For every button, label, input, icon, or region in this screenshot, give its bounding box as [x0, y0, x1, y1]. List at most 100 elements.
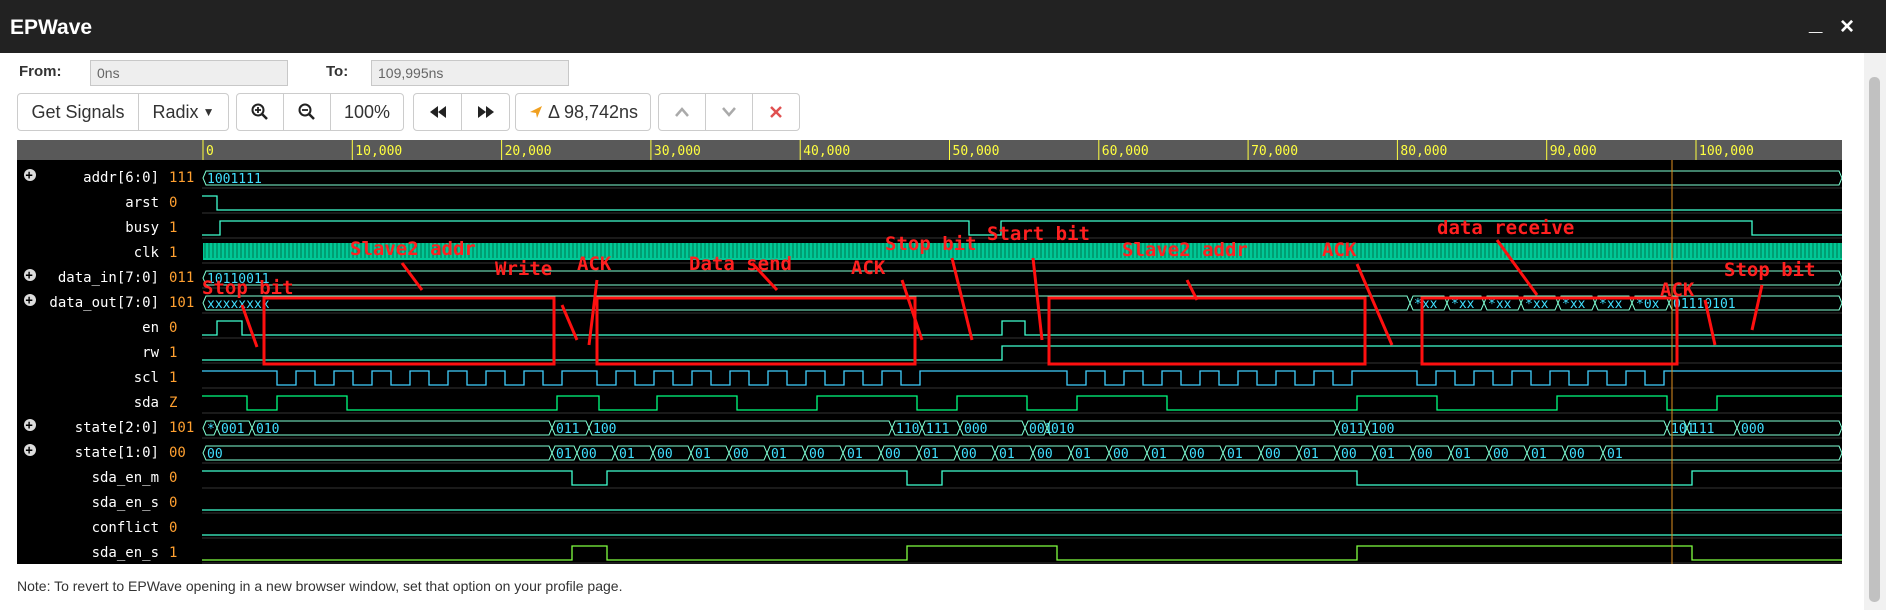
delta-button[interactable]: Δ 98,742ns [515, 93, 651, 131]
sda-en-s2-wave [202, 545, 1842, 561]
signal-name: arst [125, 195, 159, 211]
scl-wave [202, 370, 1842, 386]
zoom-in-icon [251, 103, 268, 120]
state3-bus-segment [1366, 420, 1668, 436]
cursor-arrow-icon [529, 106, 542, 118]
signal-value: 1 [169, 370, 177, 386]
state2-bus-label: 01 [1075, 447, 1091, 462]
state2-bus-segment [202, 445, 553, 461]
signal-name: data_out[7:0] [49, 295, 159, 311]
waveform-canvas[interactable]: 0 10,000 20,000 30,000 40,000 50,000 60,000 70,… [17, 140, 1843, 564]
data-in-bus-segment [202, 270, 1843, 286]
state2-bus-label: 01 [923, 447, 939, 462]
note-text: Note: To revert to EPWave opening in a n… [17, 578, 623, 594]
state2-bus-label: 00 [1569, 447, 1585, 462]
signal-value: 111 [169, 170, 194, 186]
signal-name: addr[6:0] [83, 170, 159, 186]
waveform-panel[interactable]: 0 10,000 20,000 30,000 40,000 50,000 60,000 70,… [17, 140, 1843, 564]
signal-name: scl [134, 370, 159, 386]
ruler-tick-label: 40,000 [803, 144, 850, 159]
signal-name: clk [134, 245, 160, 261]
state2-bus-label: 00 [1037, 447, 1053, 462]
en-wave [202, 320, 1842, 336]
annotation-label: Stop bit [885, 233, 977, 255]
signal-value: 0 [169, 520, 177, 536]
signal-value: 1 [169, 220, 177, 236]
signal-name: en [142, 320, 159, 336]
minimize-button[interactable]: _ [1809, 9, 1822, 37]
signal-name: conflict [92, 520, 159, 536]
state3-bus-label: 100 [593, 422, 616, 437]
annotation-arrow [1750, 284, 1764, 331]
signal-value: 0 [169, 495, 177, 511]
state3-bus-label: 110 [896, 422, 919, 437]
state2-bus-label: 00 [885, 447, 901, 462]
fast-forward-button[interactable] [461, 93, 510, 131]
ruler-tick-label: 0 [206, 144, 214, 159]
ruler-tick-label: 90,000 [1550, 144, 1597, 159]
state3-bus-label: 000 [964, 422, 987, 437]
state2-bus-label: 00 [1493, 447, 1509, 462]
annotation-label: Stop bit [202, 277, 294, 299]
annotation-label: Slave2 addr [1122, 239, 1248, 261]
expand-plus: + [26, 293, 33, 307]
arst-wave [202, 195, 1842, 211]
zoom-level[interactable]: 100% [330, 93, 404, 131]
state2-bus-label: 01 [999, 447, 1015, 462]
signal-value: 101 [169, 420, 194, 436]
clear-button[interactable] [752, 93, 800, 131]
signal-name: sda_en_m [92, 470, 159, 486]
state3-bus-label: 100 [1371, 422, 1394, 437]
annotation-label: Start bit [987, 223, 1090, 245]
zoom-in-button[interactable] [236, 93, 284, 131]
title-bar: EPWave _ × [0, 0, 1886, 53]
signal-name: data_in[7:0] [58, 270, 159, 286]
sda-en-m-wave [202, 470, 1842, 486]
scrollbar[interactable] [1864, 53, 1886, 610]
signal-value: 00 [169, 445, 186, 461]
signal-value: Z [169, 395, 177, 411]
state2-bus-label: 00 [657, 447, 673, 462]
get-signals-button[interactable]: Get Signals [17, 93, 139, 131]
state2-bus-label: 01 [1151, 447, 1167, 462]
signal-value: 1 [169, 345, 177, 361]
signal-name: sda_en_s [92, 495, 159, 511]
annotation-arrow [1355, 263, 1394, 346]
state2-bus-label: 00 [733, 447, 749, 462]
state2-bus-label: 00 [581, 447, 597, 462]
state2-bus-label: 01 [1607, 447, 1623, 462]
radix-label: Radix [152, 101, 199, 122]
signal-name: state[2:0] [75, 420, 159, 436]
signal-value: 1 [169, 545, 177, 561]
state2-bus-label: 01 [847, 447, 863, 462]
state3-bus-label: 010 [1051, 422, 1074, 437]
state2-bus-label: 00 [809, 447, 825, 462]
state3-bus-label: 010 [256, 422, 279, 437]
zoom-out-button[interactable] [283, 93, 331, 131]
next-button[interactable] [705, 93, 753, 131]
annotation-label: Write [495, 258, 552, 280]
state3-bus-segment [588, 420, 893, 436]
state2-bus-label: 01 [771, 447, 787, 462]
zoom-out-icon [298, 103, 315, 120]
annotation-box [262, 296, 556, 366]
to-field[interactable] [371, 60, 569, 86]
state3-bus-label: 011 [556, 422, 579, 437]
expand-plus: + [26, 418, 33, 432]
addr-bus-segment [202, 170, 1843, 186]
ruler-tick-label: 100,000 [1699, 144, 1754, 159]
scrollbar-thumb[interactable] [1869, 77, 1880, 602]
expand-plus: + [26, 268, 33, 282]
from-field[interactable] [90, 60, 288, 86]
annotation-arrow [950, 257, 974, 341]
state2-bus-label: 00 [1113, 447, 1129, 462]
prev-button[interactable] [658, 93, 706, 131]
state2-bus-label: 01 [1379, 447, 1395, 462]
expand-plus: + [26, 443, 33, 457]
chevron-up-icon [675, 107, 689, 117]
close-window-button[interactable]: × [1840, 13, 1854, 41]
rewind-button[interactable] [413, 93, 462, 131]
signal-value: 0 [169, 470, 177, 486]
radix-button[interactable]: Radix ▼ [138, 93, 229, 131]
fast-forward-icon [477, 106, 494, 118]
